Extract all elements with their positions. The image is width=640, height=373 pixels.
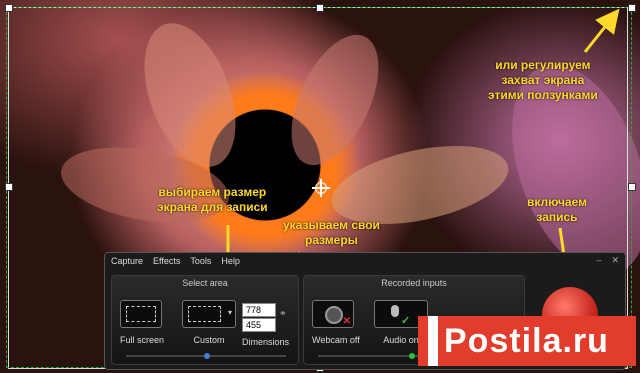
menu-effects[interactable]: Effects: [153, 256, 180, 266]
full-screen-button[interactable]: Full screen: [120, 300, 164, 345]
select-area-group: Select area Full screen ▾ Custom 778 455…: [111, 275, 299, 365]
webcam-icon: ✕: [312, 300, 354, 328]
audio-level-knob[interactable]: [409, 353, 415, 359]
custom-button[interactable]: ▾ Custom: [182, 300, 236, 345]
menu-bar: Capture Effects Tools Help: [105, 253, 625, 269]
custom-label: Custom: [193, 335, 225, 345]
menu-tools[interactable]: Tools: [190, 256, 211, 266]
full-screen-label: Full screen: [120, 335, 165, 345]
on-check-icon: ✓: [401, 315, 411, 327]
logo-text: Postila.ru: [444, 321, 609, 360]
webcam-button[interactable]: ✕ Webcam off: [312, 300, 360, 345]
area-slider-knob[interactable]: [204, 353, 210, 359]
recorded-inputs-title: Recorded inputs: [381, 278, 447, 288]
off-x-icon: ✕: [342, 316, 351, 327]
postila-logo: Postila.ru: [418, 316, 636, 366]
lock-icon[interactable]: ⚭: [279, 308, 287, 319]
width-input[interactable]: 778: [242, 303, 276, 317]
chevron-down-icon[interactable]: ▾: [228, 308, 232, 317]
height-input[interactable]: 455: [242, 318, 276, 332]
dimensions-label: Dimensions: [242, 337, 290, 347]
arrow-icon: [583, 8, 620, 53]
custom-icon: ▾: [182, 300, 236, 328]
close-icon[interactable]: ✕: [611, 255, 619, 266]
menu-help[interactable]: Help: [221, 256, 240, 266]
logo-mark-icon: [428, 316, 438, 366]
minimize-icon[interactable]: –: [596, 255, 601, 266]
webcam-label: Webcam off: [312, 335, 360, 345]
select-area-title: Select area: [182, 278, 228, 288]
menu-capture[interactable]: Capture: [111, 256, 143, 266]
full-screen-icon: [120, 300, 162, 328]
window-controls: – ✕: [596, 255, 619, 266]
